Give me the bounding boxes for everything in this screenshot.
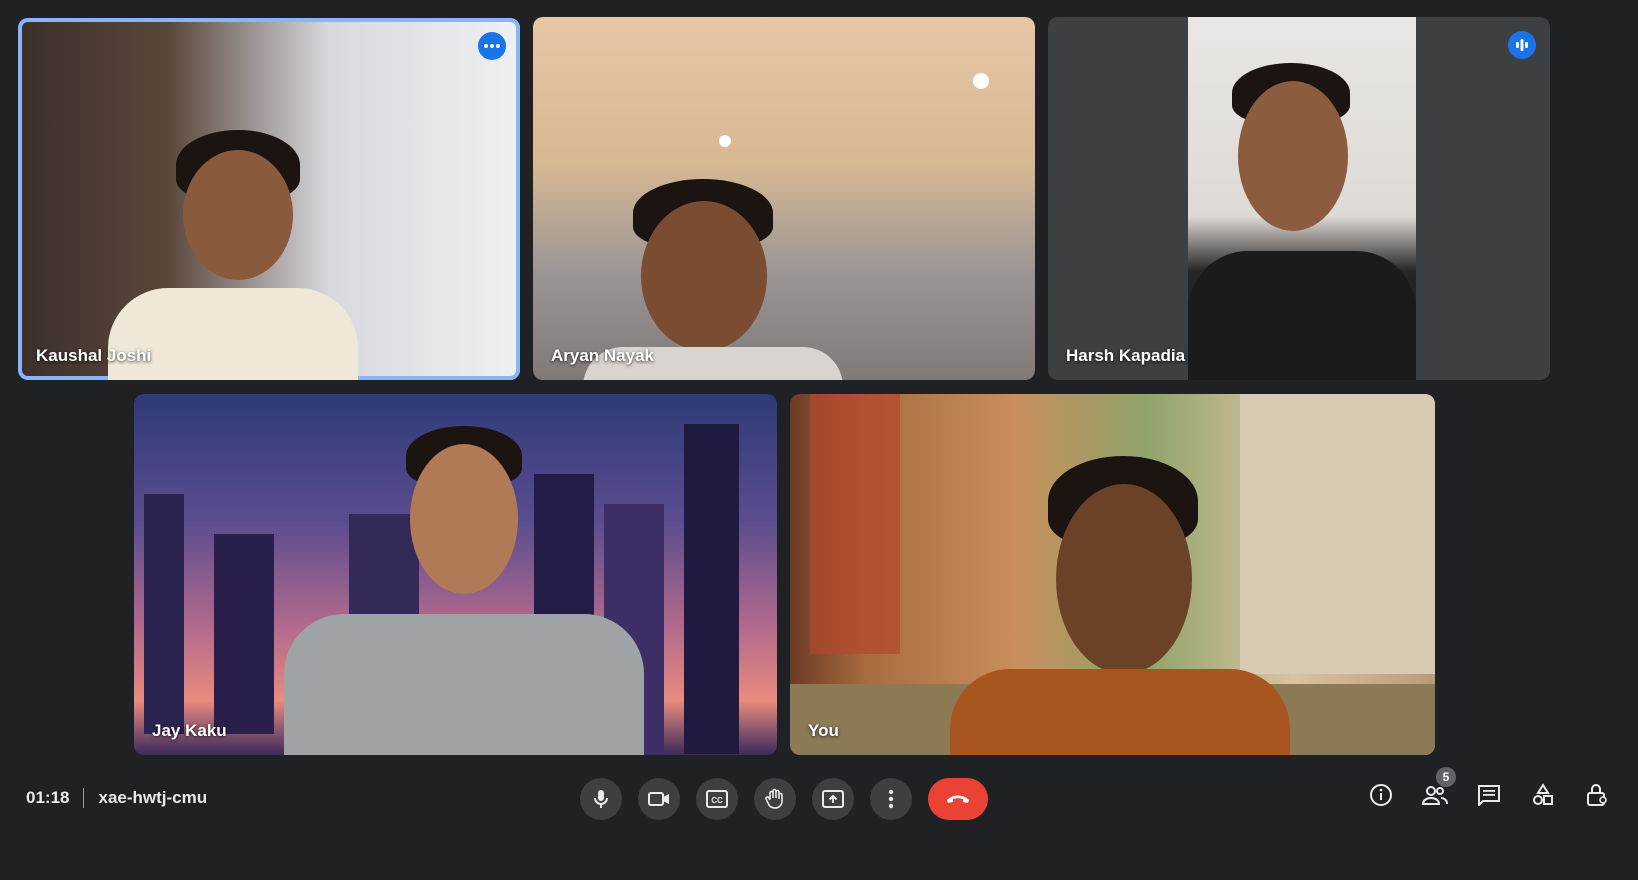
raise-hand-button[interactable] xyxy=(754,778,796,820)
participant-tile-aryan-nayak[interactable]: Aryan Nayak xyxy=(533,17,1035,380)
participant-name: You xyxy=(808,721,839,740)
participant-video xyxy=(790,394,1435,755)
lock-person-icon xyxy=(1587,784,1607,806)
end-call-button[interactable] xyxy=(928,778,988,820)
raise-hand-icon xyxy=(765,788,783,809)
microphone-button[interactable] xyxy=(580,778,622,820)
participant-name: Kaushal Joshi xyxy=(36,346,152,365)
more-options-icon xyxy=(888,789,894,809)
meeting-code: xae-hwtj-cmu xyxy=(98,788,208,807)
participant-tile-kaushal-joshi[interactable]: Kaushal Joshi xyxy=(18,18,520,380)
meeting-info: 01:18 xae-hwtj-cmu xyxy=(26,788,207,808)
more-options-button[interactable] xyxy=(870,778,912,820)
participant-tile-self[interactable]: You xyxy=(790,394,1435,755)
captions-icon: CC xyxy=(706,790,728,808)
participant-video xyxy=(134,394,777,755)
present-screen-button[interactable] xyxy=(812,778,854,820)
more-horizontal-icon xyxy=(484,44,500,48)
people-button[interactable]: 5 xyxy=(1422,767,1456,808)
chat-icon xyxy=(1478,785,1500,806)
meeting-details-button[interactable] xyxy=(1368,782,1394,808)
participant-name: Jay Kaku xyxy=(152,721,227,740)
host-controls-button[interactable] xyxy=(1584,782,1610,808)
microphone-icon xyxy=(594,790,608,808)
participant-video xyxy=(18,18,520,380)
divider xyxy=(83,788,85,808)
participant-tile-jay-kaku[interactable]: Jay Kaku xyxy=(134,394,777,755)
people-icon xyxy=(1422,786,1448,805)
participant-name: Harsh Kapadia xyxy=(1066,346,1186,365)
camera-icon xyxy=(648,792,669,806)
participant-video xyxy=(533,17,1035,380)
chat-button[interactable] xyxy=(1476,782,1502,808)
end-call-icon xyxy=(947,795,969,803)
participant-name: Aryan Nayak xyxy=(551,346,655,365)
captions-button[interactable]: CC xyxy=(696,778,738,820)
info-icon xyxy=(1370,784,1392,806)
present-screen-icon xyxy=(822,790,844,808)
people-count-badge: 5 xyxy=(1436,767,1456,787)
audio-speaking-indicator xyxy=(1508,31,1536,59)
audio-level-icon xyxy=(1516,39,1528,51)
camera-button[interactable] xyxy=(638,778,680,820)
side-panel-buttons: 5 xyxy=(1368,767,1610,808)
participant-tile-harsh-kapadia[interactable]: Harsh Kapadia xyxy=(1048,17,1550,380)
activities-icon xyxy=(1533,783,1553,805)
svg-text:CC: CC xyxy=(711,796,723,805)
participant-video xyxy=(1188,17,1416,380)
meeting-time: 01:18 xyxy=(26,788,70,807)
activities-button[interactable] xyxy=(1530,782,1556,808)
participant-options-button[interactable] xyxy=(478,32,506,60)
call-controls: CC xyxy=(580,778,988,820)
